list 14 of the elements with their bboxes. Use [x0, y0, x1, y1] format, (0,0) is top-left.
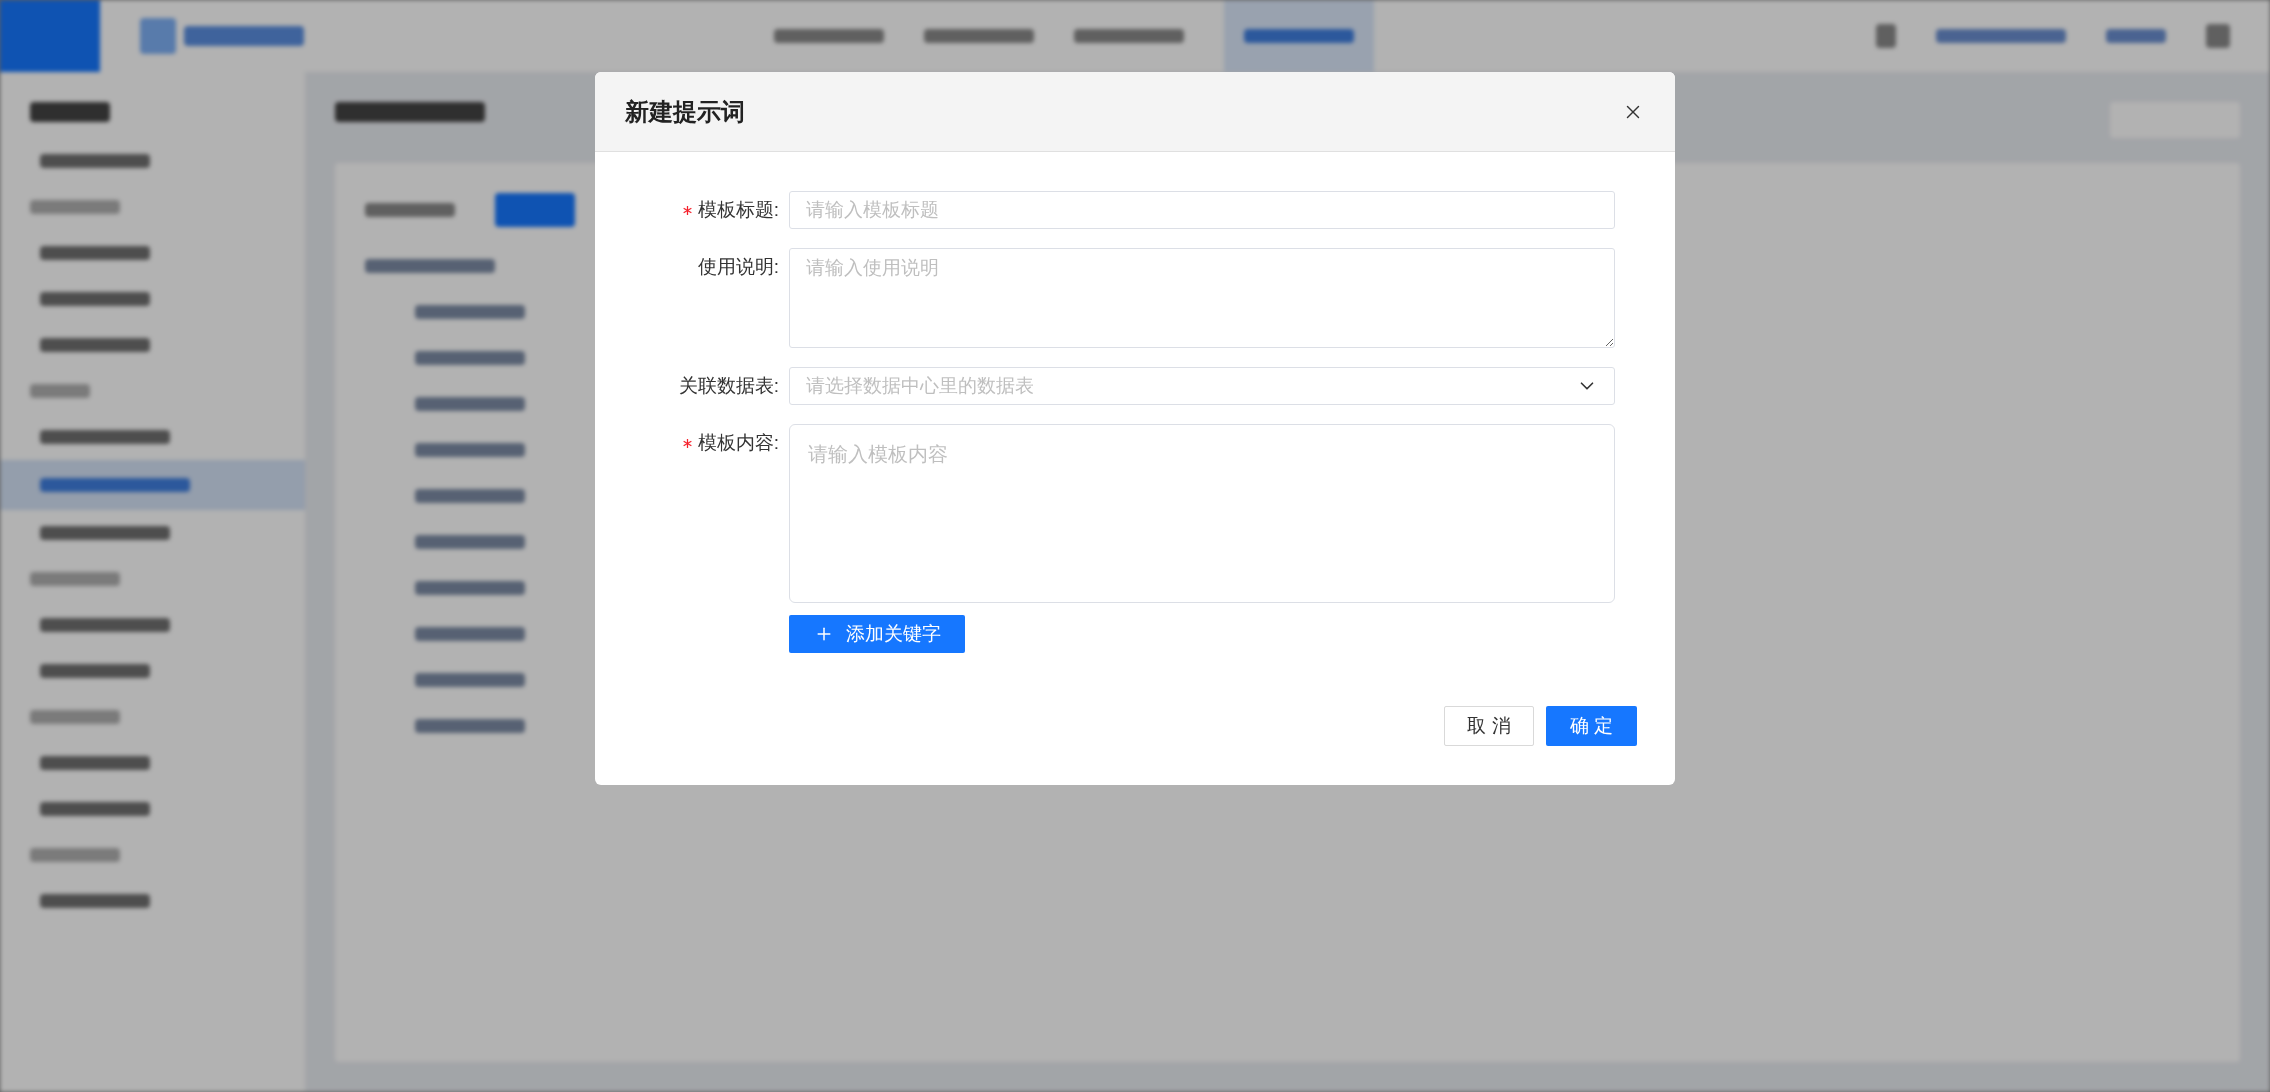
required-asterisk-icon — [682, 438, 692, 448]
logo-icon — [140, 18, 176, 54]
add-keyword-button[interactable]: 添加关键字 — [789, 615, 965, 653]
field-label: 使用说明: — [697, 254, 779, 279]
field-label: 模板内容: — [697, 430, 779, 455]
cancel-button[interactable]: 取 消 — [1444, 706, 1534, 746]
field-label: 模板标题: — [697, 197, 779, 222]
title-input[interactable]: 请输入模板标题 — [789, 191, 1615, 229]
confirm-button[interactable]: 确 定 — [1546, 706, 1637, 746]
field-label: 关联数据表: — [678, 373, 779, 398]
required-asterisk-icon — [682, 205, 692, 215]
dialog-title: 新建提示词 — [625, 96, 745, 127]
content-textarea[interactable]: 请输入模板内容 — [789, 424, 1615, 603]
description-textarea[interactable]: 请输入使用说明 — [789, 248, 1615, 348]
